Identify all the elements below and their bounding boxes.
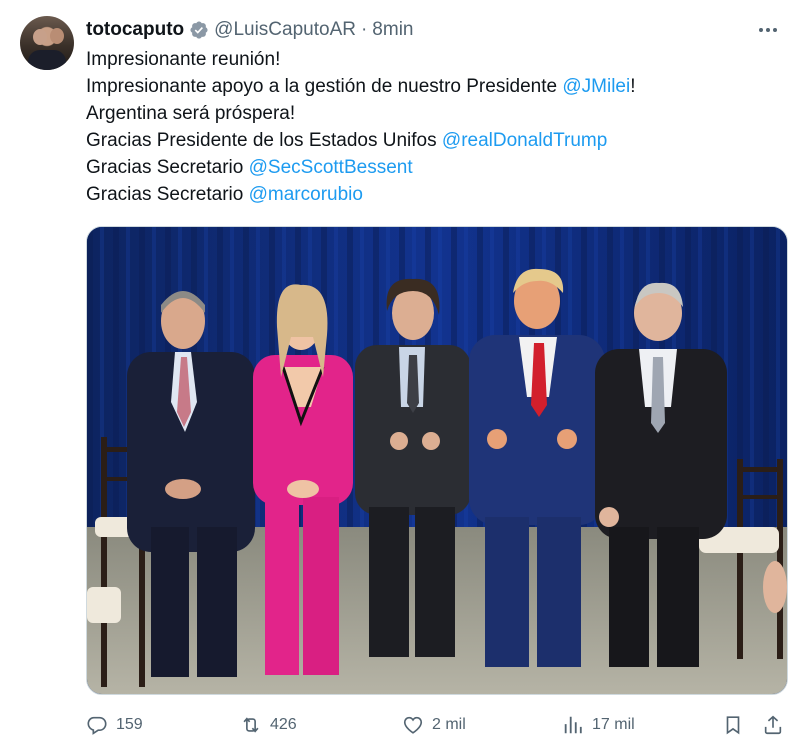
tweet-line: Argentina será próspera!	[86, 100, 776, 127]
mention-link-jmilei[interactable]: @JMilei	[562, 76, 630, 97]
repost-icon	[243, 717, 259, 733]
avatar-face-left	[33, 29, 47, 45]
more-dot	[773, 28, 777, 32]
line-suffix: !	[630, 76, 636, 97]
repost-count: 426	[270, 716, 297, 733]
author-avatar[interactable]	[20, 16, 74, 70]
reply-icon	[87, 716, 107, 735]
avatar-suit	[28, 50, 66, 70]
tweet-line: Gracias Presidente de los Estados Unifos…	[86, 127, 776, 154]
line-text: Gracias Secretario	[86, 157, 249, 178]
tweet-header: totocaputo @LuisCaputoAR · 8min	[86, 18, 413, 42]
mention-link-secscottbessent[interactable]: @SecScottBessent	[249, 157, 413, 178]
views-count: 17 mil	[592, 716, 635, 733]
author-handle[interactable]: @LuisCaputoAR	[214, 19, 356, 41]
line-text: Gracias Presidente de los Estados Unifos	[86, 130, 442, 151]
views-chart-icon	[564, 716, 582, 734]
header-separator: ·	[360, 19, 368, 40]
avatar-face-right	[50, 28, 64, 44]
more-dots-icon[interactable]	[754, 18, 782, 42]
share-button[interactable]	[762, 708, 784, 742]
line-text: Argentina será próspera!	[86, 103, 296, 124]
line-text: Gracias Secretario	[86, 184, 249, 205]
tweet-line: Gracias Secretario @marcorubio	[86, 181, 776, 208]
tweet-line: Impresionante reunión!	[86, 46, 776, 73]
more-dot	[766, 28, 770, 32]
author-name[interactable]: totocaputo	[86, 19, 184, 41]
heart-icon	[403, 716, 423, 734]
group-photo	[87, 227, 787, 694]
line-text: Impresionante apoyo a la gestión de nues…	[86, 76, 563, 97]
reply-button[interactable]: 159	[86, 708, 143, 742]
bookmark-icon	[726, 716, 740, 735]
tweet-text: Impresionante reunión! Impresionante apo…	[86, 46, 776, 208]
repost-button[interactable]: 426	[240, 708, 297, 742]
armrest-right-edge	[763, 561, 787, 613]
left-chair-cushion-lower	[87, 587, 121, 623]
tweet-line: Impresionante apoyo a la gestión de nues…	[86, 73, 776, 100]
share-icon	[764, 715, 782, 735]
reply-count: 159	[116, 716, 143, 733]
mention-link-realdonaldtrump[interactable]: @realDonaldTrump	[442, 130, 607, 151]
line-text: Impresionante reunión!	[86, 49, 281, 70]
like-button[interactable]: 2 mil	[402, 708, 466, 742]
tweet-photo[interactable]	[86, 226, 788, 695]
tweet-line: Gracias Secretario @SecScottBessent	[86, 154, 776, 181]
views-button[interactable]: 17 mil	[562, 708, 635, 742]
mention-link-marcorubio[interactable]: @marcorubio	[249, 184, 363, 205]
tweet-actions: 159 426 2 mil 17 mil	[86, 708, 792, 742]
tweet-timestamp[interactable]: 8min	[372, 19, 413, 41]
verified-badge-icon	[190, 21, 208, 39]
more-dot	[759, 28, 763, 32]
like-count: 2 mil	[432, 716, 466, 733]
bookmark-button[interactable]	[722, 708, 744, 742]
